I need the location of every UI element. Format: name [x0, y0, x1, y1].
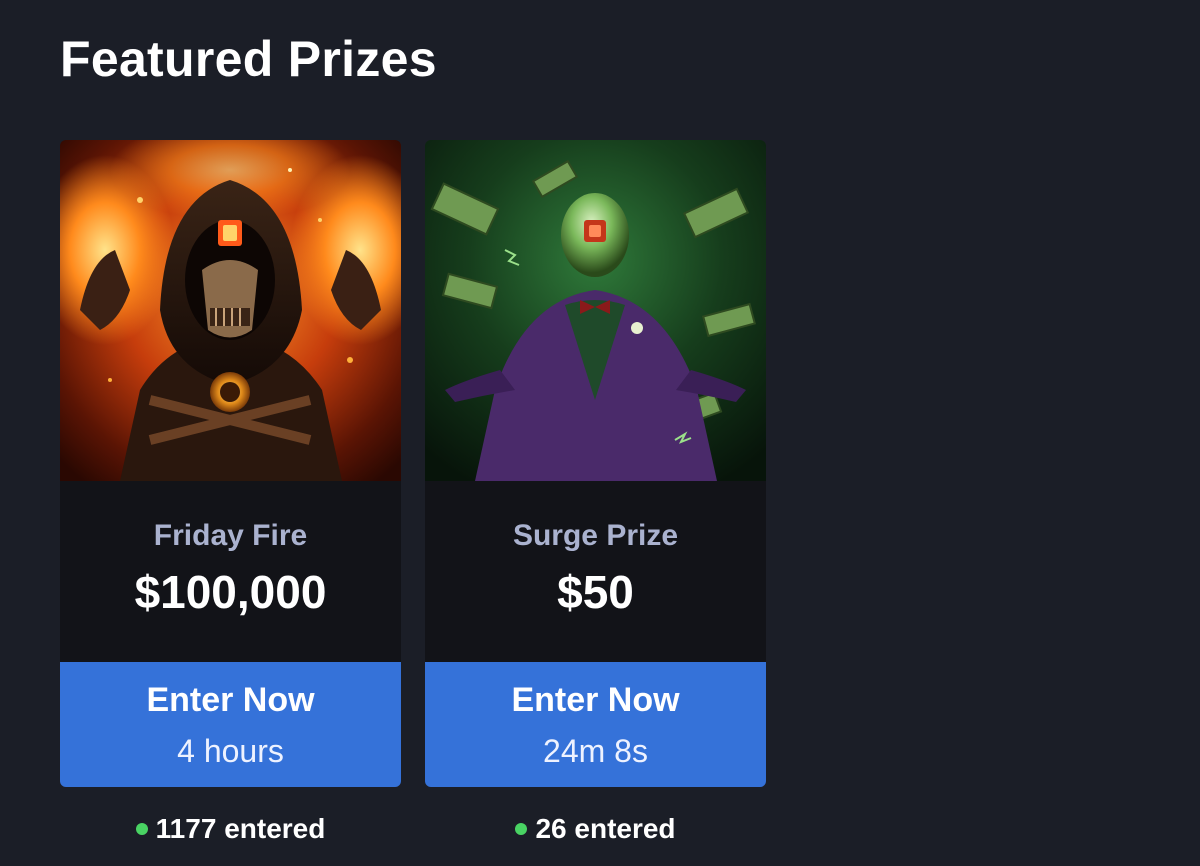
enter-button-label: Enter Now — [511, 680, 680, 719]
prize-amount: $50 — [557, 566, 634, 618]
hooded-fire-warrior-image[interactable] — [60, 140, 401, 481]
status-dot-icon — [135, 823, 148, 835]
prize-cards: Friday Fire $100,000 Enter Now 4 hours 1… — [60, 140, 766, 845]
enter-now-button[interactable]: Enter Now 4 hours — [60, 662, 401, 787]
entered-label: entered — [574, 813, 676, 844]
prize-info: Surge Prize $50 — [425, 481, 766, 662]
entered-number: 1177 — [155, 813, 217, 844]
prize-name: Surge Prize — [512, 519, 679, 552]
prize-info: Friday Fire $100,000 — [60, 481, 401, 662]
green-suited-money-figure-image[interactable] — [425, 140, 766, 481]
entered-count: 26 entered — [425, 813, 766, 845]
enter-button-label: Enter Now — [146, 680, 315, 719]
entered-count: 1177 entered — [60, 813, 401, 845]
prize-card-surge-prize: Surge Prize $50 Enter Now 24m 8s 26 ente… — [425, 140, 766, 845]
enter-now-button[interactable]: Enter Now 24m 8s — [425, 662, 766, 787]
time-remaining: 24m 8s — [543, 732, 648, 769]
status-dot-icon — [515, 823, 528, 835]
entered-label: entered — [224, 813, 326, 844]
prize-name: Friday Fire — [153, 519, 308, 552]
prize-card-friday-fire: Friday Fire $100,000 Enter Now 4 hours 1… — [60, 140, 401, 845]
page-title: Featured Prizes — [60, 31, 437, 87]
time-remaining: 4 hours — [177, 732, 284, 769]
entered-number: 26 — [535, 813, 567, 844]
prize-amount: $100,000 — [134, 566, 327, 618]
